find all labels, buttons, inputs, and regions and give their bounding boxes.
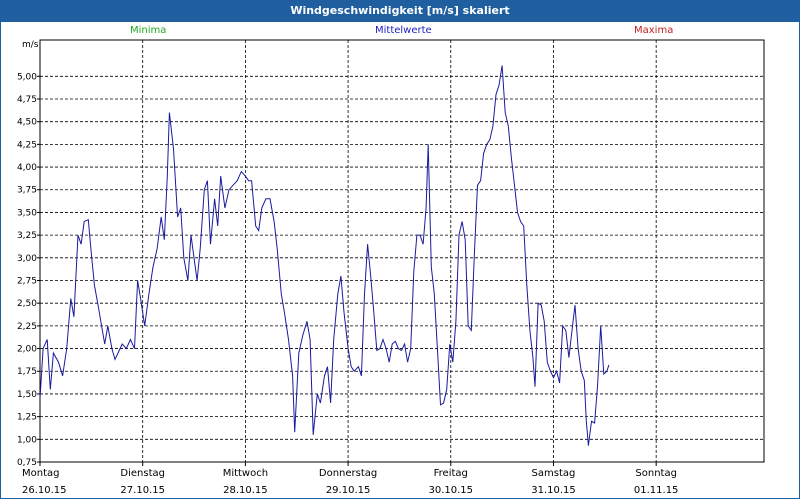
y-tick-label: 4,25 (17, 140, 37, 150)
grid-lines (37, 40, 764, 466)
x-tick-day-label: Sonntag (635, 468, 677, 479)
x-tick-date-label: 28.10.15 (223, 485, 268, 496)
y-tick-label: 1,75 (17, 367, 37, 377)
x-tick-date-label: 26.10.15 (22, 485, 67, 496)
x-tick-labels: Montag 26.10.15 Dienstag 27.10.15 Mittwoch 28… (22, 468, 678, 496)
y-tick-label: 3,25 (17, 231, 37, 241)
y-tick-label: 0,75 (17, 458, 37, 468)
x-tick-date-label: 29.10.15 (326, 485, 371, 496)
x-tick-day-label: Mittwoch (223, 468, 268, 479)
x-tick-day-label: Donnerstag (319, 468, 377, 479)
y-tick-label: 4,50 (17, 118, 37, 128)
y-tick-label: 5,00 (17, 72, 37, 82)
y-tick-label: 2,00 (17, 345, 37, 355)
y-tick-label: 4,00 (17, 163, 37, 173)
y-tick-label: 4,75 (17, 95, 37, 105)
wind-speed-chart: 0,75 1,00 1,25 1,50 1,75 2,00 2,25 2,50 2,75 3,00… (17, 39, 765, 496)
x-tick-date-label: 01.11.15 (634, 485, 679, 496)
y-tick-label: 3,50 (17, 208, 37, 218)
y-tick-label: 2,25 (17, 322, 37, 332)
x-tick-date-label: 30.10.15 (429, 485, 474, 496)
x-tick-day-label: Freitag (434, 468, 468, 479)
y-tick-label: 2,50 (17, 299, 37, 309)
series-line-mittelwerte (39, 65, 610, 446)
x-tick-day-label: Samstag (532, 468, 576, 479)
y-tick-labels: 0,75 1,00 1,25 1,50 1,75 2,00 2,25 2,50 2,75 3,00… (17, 72, 37, 468)
x-tick-date-label: 27.10.15 (120, 485, 165, 496)
x-tick-day-label: Dienstag (120, 468, 165, 479)
y-tick-label: 1,00 (17, 435, 37, 445)
series-group (39, 65, 610, 446)
plot-area (39, 39, 765, 463)
y-tick-label: 3,00 (17, 254, 37, 264)
x-tick-day-label: Montag (22, 468, 59, 479)
y-tick-label: 1,25 (17, 413, 37, 423)
y-tick-label: 1,50 (17, 390, 37, 400)
y-tick-label: 2,75 (17, 276, 37, 286)
x-tick-date-label: 31.10.15 (531, 485, 576, 496)
y-tick-label: 3,75 (17, 186, 37, 196)
